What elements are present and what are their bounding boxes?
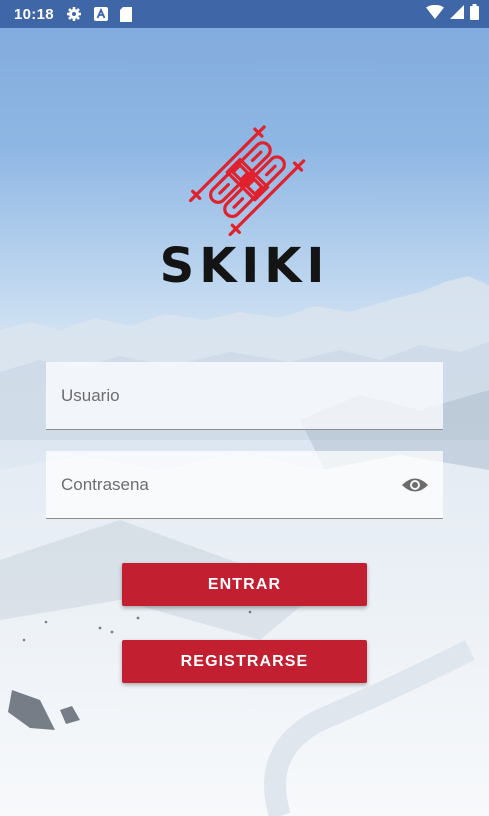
login-screen: 10:18 SKIKI Usuario ENTRAR REGISTRARSE xyxy=(0,0,489,816)
settings-icon xyxy=(66,6,82,22)
login-button[interactable]: ENTRAR xyxy=(122,563,367,606)
username-field[interactable] xyxy=(46,362,443,430)
username-input[interactable] xyxy=(46,362,443,429)
eye-icon[interactable] xyxy=(401,473,429,497)
battery-icon xyxy=(470,3,479,25)
password-input[interactable] xyxy=(46,451,443,518)
register-button[interactable]: REGISTRARSE xyxy=(122,640,367,683)
status-time: 10:18 xyxy=(14,5,54,23)
signal-icon xyxy=(450,4,464,24)
skis-and-poles-icon xyxy=(188,125,306,237)
password-field[interactable] xyxy=(46,451,443,519)
wifi-icon xyxy=(426,4,444,24)
sd-card-icon xyxy=(119,6,132,22)
status-bar: 10:18 xyxy=(0,0,489,28)
a-badge-icon xyxy=(93,7,108,21)
brand-name: SKIKI xyxy=(159,238,330,294)
status-icons-right xyxy=(426,3,479,25)
